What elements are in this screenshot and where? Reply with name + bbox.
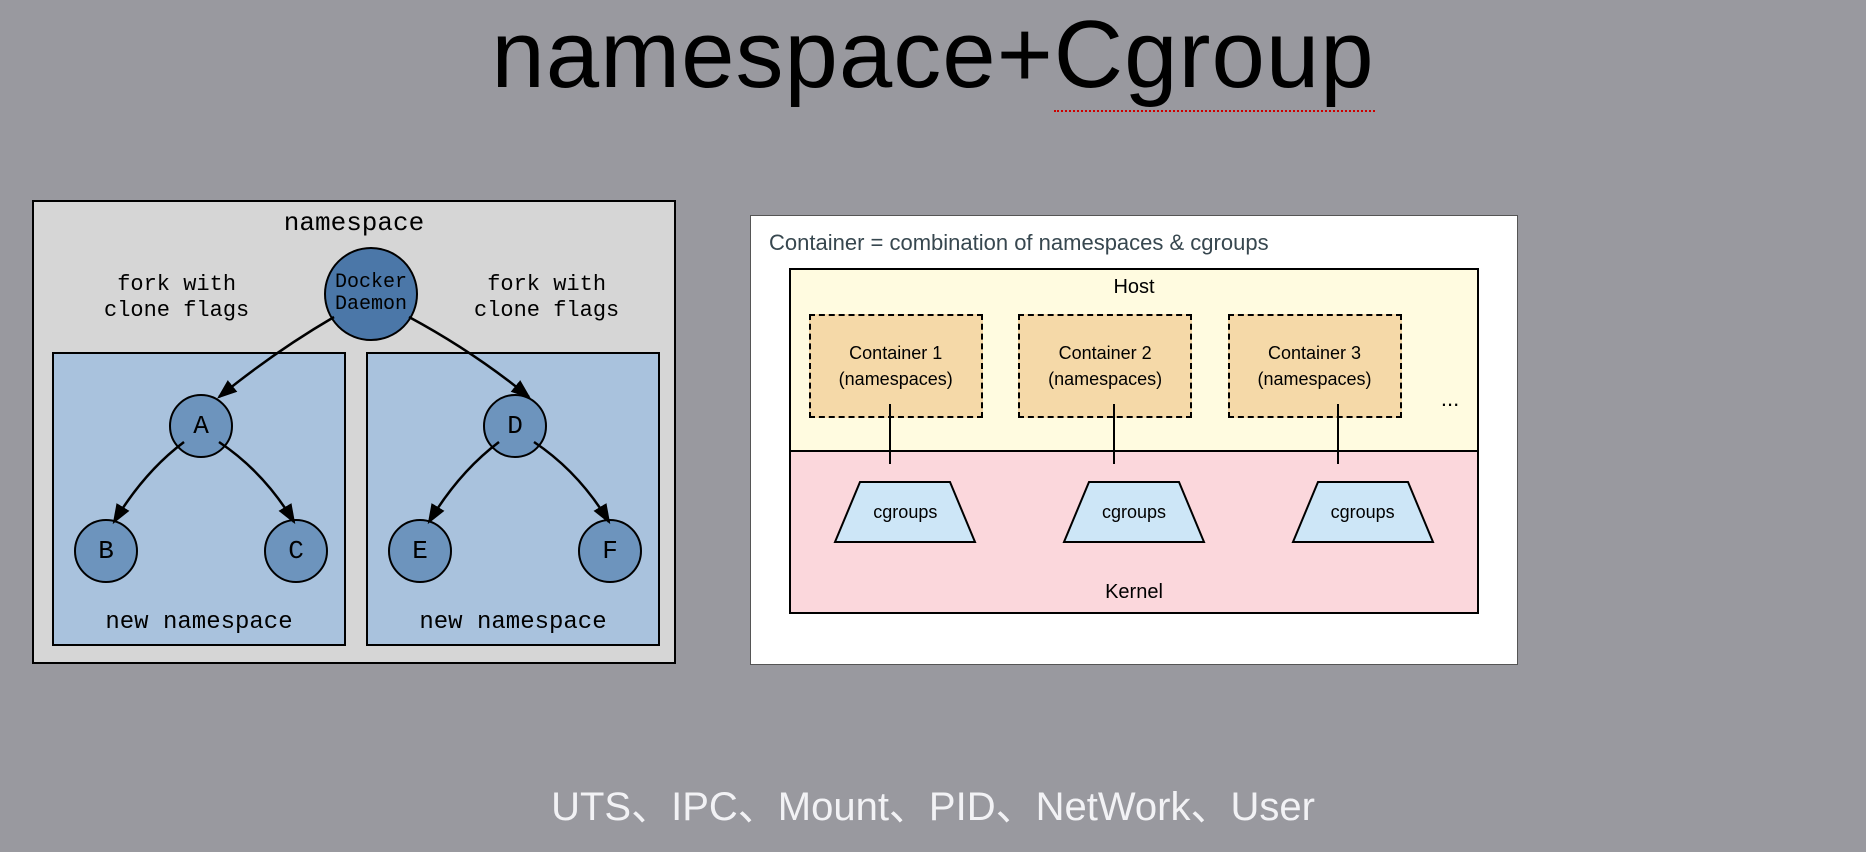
- slide-title: namespace+Cgroup: [0, 0, 1866, 110]
- new-namespace-left: A B C new namespace: [52, 352, 346, 646]
- container-3-name: Container 3: [1268, 340, 1361, 366]
- container-3: Container 3 (namespaces): [1228, 314, 1402, 418]
- node-b: B: [74, 519, 138, 583]
- containers-row: Container 1 (namespaces) Container 2 (na…: [791, 314, 1477, 418]
- container-2-sub: (namespaces): [1048, 366, 1162, 392]
- container-1: Container 1 (namespaces): [809, 314, 983, 418]
- new-namespace-right-label: new namespace: [368, 609, 658, 636]
- connector-1: [889, 404, 891, 464]
- cgroup-3-label: cgroups: [1331, 502, 1395, 523]
- container-2: Container 2 (namespaces): [1018, 314, 1192, 418]
- containers-ellipsis: ...: [1437, 386, 1459, 418]
- title-prefix: namespace+: [491, 1, 1053, 108]
- kernel-box: cgroups cgroups cgroups Kernel: [789, 452, 1479, 614]
- connector-3: [1337, 404, 1339, 464]
- fork-label-right: fork with clone flags: [474, 272, 619, 324]
- node-a: A: [169, 394, 233, 458]
- host-label: Host: [791, 276, 1477, 299]
- kernel-label: Kernel: [791, 581, 1477, 604]
- namespace-diagram: namespace Docker Daemon fork with clone …: [32, 200, 676, 664]
- container-diagram-heading: Container = combination of namespaces & …: [769, 230, 1499, 256]
- container-1-sub: (namespaces): [839, 366, 953, 392]
- docker-line2: Daemon: [335, 294, 407, 316]
- title-underline: Cgroup: [1054, 1, 1375, 112]
- docker-line1: Docker: [335, 272, 407, 294]
- node-d: D: [483, 394, 547, 458]
- new-namespace-right: D E F new namespace: [366, 352, 660, 646]
- namespace-outer-label: namespace: [34, 208, 674, 238]
- node-c: C: [264, 519, 328, 583]
- cgroup-2-label: cgroups: [1102, 502, 1166, 523]
- host-box: Host Container 1 (namespaces) Container …: [789, 268, 1479, 452]
- new-namespace-left-label: new namespace: [54, 609, 344, 636]
- node-e: E: [388, 519, 452, 583]
- namespace-types-footer: UTS、IPC、Mount、PID、NetWork、User: [0, 774, 1866, 832]
- connector-2: [1113, 404, 1115, 464]
- cgroup-1-label: cgroups: [873, 502, 937, 523]
- cgroups-row: cgroups cgroups cgroups: [791, 472, 1477, 552]
- container-2-name: Container 2: [1059, 340, 1152, 366]
- cgroup-3: cgroups: [1278, 472, 1448, 552]
- cgroup-2: cgroups: [1049, 472, 1219, 552]
- container-3-sub: (namespaces): [1257, 366, 1371, 392]
- container-diagram: Container = combination of namespaces & …: [750, 215, 1518, 665]
- docker-daemon-node: Docker Daemon: [324, 247, 418, 341]
- cgroup-1: cgroups: [820, 472, 990, 552]
- node-f: F: [578, 519, 642, 583]
- container-1-name: Container 1: [849, 340, 942, 366]
- fork-label-left: fork with clone flags: [104, 272, 249, 324]
